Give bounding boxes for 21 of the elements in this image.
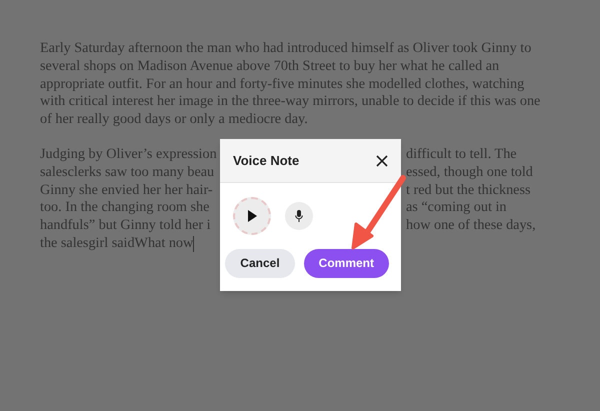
- play-icon: [247, 210, 257, 222]
- comment-button[interactable]: Comment: [304, 249, 389, 278]
- cancel-button[interactable]: Cancel: [225, 249, 295, 278]
- text-line: as “coming out in: [406, 199, 508, 218]
- text-line: how one of these days,: [406, 217, 537, 235]
- dialog-title: Voice Note: [233, 152, 300, 170]
- text-line: difficult to tell. The: [406, 146, 518, 164]
- text-line: Judging by Oliver’s expression: [40, 146, 217, 164]
- text-cursor: [193, 236, 194, 252]
- microphone-button[interactable]: [285, 202, 313, 230]
- paragraph: Early Saturday afternoon the man who had introduced himself as Oliver took Ginny to several shops on Madison Avenue above 70th Street to buy her what he called an appropriate outfit. For an hour and forty-five minutes she modelled clothes, watching with critical interest her image in the three-way mirrors, unable to decide if this was one of her really good days or only a mediocre day.: [40, 40, 542, 129]
- text-line: Ginny she envied her her hair-: [40, 182, 213, 200]
- text-line: salesclerks saw too many beau: [40, 164, 214, 182]
- text-line: t red but the thickness: [406, 182, 532, 200]
- text-line: essed, though one told: [406, 164, 534, 182]
- text-line: handfuls” but Ginny told her i: [40, 217, 211, 235]
- text-line: the salesgirl saidWhat now: [40, 234, 194, 253]
- microphone-icon: [295, 210, 303, 222]
- text-line: too. In the changing room she: [40, 199, 210, 218]
- close-icon[interactable]: [376, 154, 388, 166]
- play-button[interactable]: [233, 197, 271, 235]
